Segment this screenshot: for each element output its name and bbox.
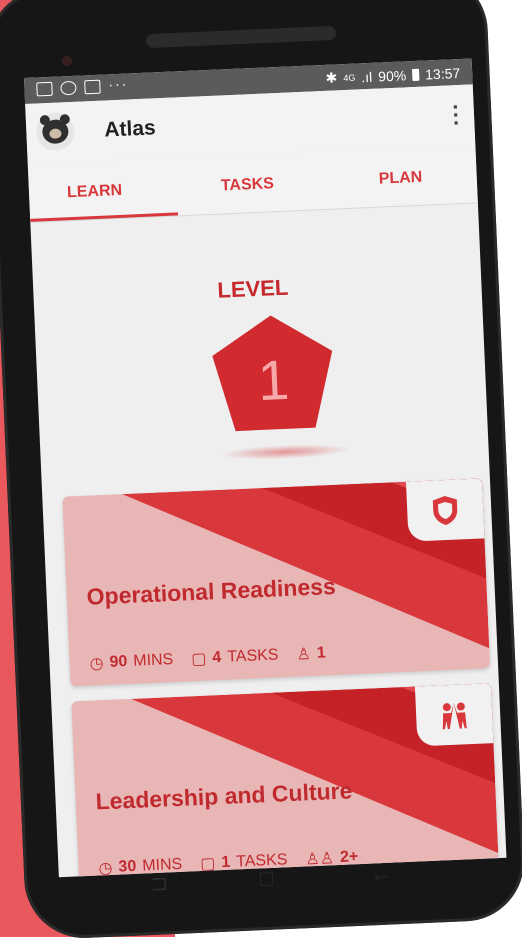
app-screen: ··· ✱ 4G .ıl 90% 13:57 Atlas · · · LEARN T…: [24, 58, 507, 878]
more-notifications: ···: [108, 75, 129, 93]
tab-learn[interactable]: LEARN: [67, 182, 123, 202]
signal-icon: .ıl: [360, 68, 373, 85]
task-count-unit: TASKS: [226, 646, 279, 666]
battery-icon: [411, 68, 420, 81]
clock: 13:57: [424, 64, 461, 82]
participants: ♙ 1: [296, 643, 326, 664]
recent-apps-icon[interactable]: ⊐: [149, 870, 169, 897]
card-badge: [405, 478, 485, 542]
active-tab-indicator: [30, 212, 179, 222]
participants-value: 1: [316, 644, 327, 662]
camera-dot: [62, 56, 72, 66]
high-five-icon: [442, 702, 467, 730]
course-card[interactable]: Leadership and Culture ◷ 30 MINS ▢ 1 TAS…: [71, 683, 500, 878]
app-title: Atlas: [103, 116, 157, 142]
clock-icon: ◷: [89, 655, 104, 673]
clipboard-icon: ▢: [190, 650, 207, 669]
gmail-icon: [84, 79, 101, 95]
notification-icons: [36, 79, 101, 97]
shield-icon: [432, 496, 458, 526]
tab-tasks[interactable]: TASKS: [221, 175, 275, 195]
bluetooth-icon: ✱: [325, 69, 338, 86]
duration-unit: MINS: [132, 651, 174, 670]
avatar[interactable]: [35, 111, 76, 152]
level-badge: 1: [212, 315, 333, 432]
person-icon: ♙: [296, 646, 312, 664]
home-icon[interactable]: □: [259, 865, 273, 892]
battery-percent: 90%: [377, 66, 407, 85]
duration-value: 90: [109, 653, 128, 671]
level-section: LEVEL 1: [31, 208, 490, 487]
more-options-icon[interactable]: · · ·: [452, 94, 461, 135]
level-label: LEVEL: [216, 274, 289, 303]
badge-shadow: [220, 442, 351, 462]
image-icon: [36, 81, 53, 97]
card-badge: [414, 683, 494, 747]
task-count: ▢ 4 TASKS: [191, 645, 279, 669]
chrome-icon: [60, 80, 77, 96]
course-card[interactable]: Operational Readiness ◷ 90 MINS ▢ 4 TASK…: [62, 478, 491, 687]
tab-plan[interactable]: PLAN: [378, 169, 422, 189]
task-count-value: 4: [211, 648, 222, 667]
status-right: ✱ 4G .ıl 90% 13:57: [325, 64, 460, 87]
duration: ◷ 90 MINS: [89, 650, 174, 674]
level-value: 1: [256, 348, 290, 412]
bear-icon: [41, 119, 69, 145]
network-label: 4G: [343, 72, 356, 83]
phone-frame: ··· ✱ 4G .ıl 90% 13:57 Atlas · · · LEARN T…: [0, 0, 522, 940]
back-icon[interactable]: ←: [369, 860, 392, 887]
